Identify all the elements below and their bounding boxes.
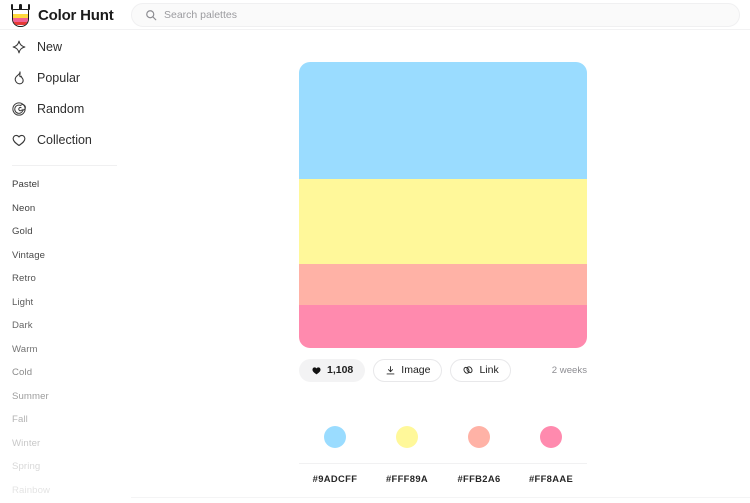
sidebar-tag-spring[interactable]: Spring (0, 455, 131, 479)
search-bar[interactable] (131, 3, 740, 27)
swatch-hex-label: #9ADCFF (312, 473, 358, 484)
sidebar-tag-label: Light (12, 296, 34, 308)
swatch-hex-label: #FFF89A (385, 473, 429, 484)
swatch-dot[interactable] (324, 426, 346, 448)
swatch-item[interactable]: #FFB2A6 (443, 426, 515, 484)
sidebar-tag-warm[interactable]: Warm (0, 338, 131, 362)
sidebar-tag-light[interactable]: Light (0, 291, 131, 315)
download-image-button[interactable]: Image (373, 358, 443, 382)
sidebar-tag-label: Spring (12, 461, 41, 473)
palette-actions-row: 1,108 Image Link 2 weeks (299, 358, 587, 382)
sidebar-tag-fall[interactable]: Fall (0, 408, 131, 432)
sidebar-tag-label: Gold (12, 226, 33, 238)
sidebar-tag-label: Retro (12, 273, 36, 285)
sidebar-tag-label: Summer (12, 390, 49, 402)
search-input[interactable] (164, 9, 726, 21)
search-icon (145, 9, 157, 21)
copy-link-label: Link (479, 364, 499, 376)
sidebar-tag-label: Vintage (12, 249, 46, 261)
brand-name: Color Hunt (38, 6, 114, 24)
sidebar-tag-pastel[interactable]: Pastel (0, 173, 131, 197)
palette-band-2[interactable] (299, 179, 587, 264)
sidebar-tag-retro[interactable]: Retro (0, 267, 131, 291)
swatch-hex-label: #FF8AAE (528, 473, 574, 484)
swatch-dot[interactable] (468, 426, 490, 448)
sidebar-item-new[interactable]: New (0, 31, 131, 62)
brand-logo-link[interactable]: Color Hunt (10, 0, 114, 30)
copy-link-button[interactable]: Link (450, 358, 511, 382)
sparkle-diamond-icon (11, 39, 27, 55)
sidebar-tag-label: Warm (12, 343, 38, 355)
swatch-hex-label: #FFB2A6 (457, 473, 501, 484)
sidebar-tag-cold[interactable]: Cold (0, 361, 131, 385)
sidebar-item-collection[interactable]: Collection (0, 124, 131, 155)
palette-band-3[interactable] (299, 263, 587, 306)
sidebar-tag-summer[interactable]: Summer (0, 385, 131, 409)
sidebar-tag-label: Winter (12, 437, 41, 449)
sidebar-tag-list: Pastel Neon Gold Vintage Retro Light Dar… (0, 166, 131, 502)
color-hunt-app: Color Hunt New Popular (0, 0, 750, 503)
main-content: 1,108 Image Link 2 weeks #9ADCFF #FFF89A… (131, 31, 750, 503)
sidebar-item-label: Collection (37, 132, 92, 147)
flame-icon (11, 70, 27, 86)
palette-card[interactable] (299, 62, 587, 348)
sidebar-tag-label: Cold (12, 367, 33, 379)
sidebar-item-label: Popular (37, 70, 81, 85)
heart-outline-icon (11, 132, 27, 148)
sidebar-tag-label: Neon (12, 202, 36, 214)
section-divider (131, 497, 750, 498)
sidebar-item-label: Random (37, 101, 85, 116)
download-image-label: Image (401, 364, 431, 376)
like-count: 1,108 (327, 364, 354, 376)
swatch-dot[interactable] (396, 426, 418, 448)
link-chain-icon (462, 364, 474, 376)
swatch-dot[interactable] (540, 426, 562, 448)
color-hunt-logo-icon (10, 3, 31, 27)
like-button[interactable]: 1,108 (299, 358, 366, 382)
sidebar-tag-label: Rainbow (12, 484, 51, 496)
sidebar-item-popular[interactable]: Popular (0, 62, 131, 93)
sidebar-tag-label: Pastel (12, 179, 40, 191)
sidebar: New Popular Random Collection Pastel Neo… (0, 31, 131, 503)
sidebar-tag-dark[interactable]: Dark (0, 314, 131, 338)
spiral-icon (11, 101, 27, 117)
palette-band-4[interactable] (299, 305, 587, 348)
sidebar-item-label: New (37, 39, 63, 54)
palette-time-ago: 2 weeks (551, 364, 587, 376)
heart-filled-icon (311, 365, 322, 376)
download-icon (385, 365, 396, 376)
sidebar-tag-label: Fall (12, 414, 28, 426)
swatch-item[interactable]: #FFF89A (371, 426, 443, 484)
sidebar-tag-vintage[interactable]: Vintage (0, 244, 131, 268)
swatch-divider (299, 463, 587, 464)
swatch-item[interactable]: #9ADCFF (299, 426, 371, 484)
sidebar-tag-neon[interactable]: Neon (0, 197, 131, 221)
sidebar-tag-rainbow[interactable]: Rainbow (0, 479, 131, 503)
palette-band-1[interactable] (299, 62, 587, 180)
sidebar-tag-winter[interactable]: Winter (0, 432, 131, 456)
palette-swatch-row: #9ADCFF #FFF89A #FFB2A6 #FF8AAE (299, 426, 587, 484)
sidebar-item-random[interactable]: Random (0, 93, 131, 124)
app-header: Color Hunt (0, 0, 750, 30)
sidebar-tag-gold[interactable]: Gold (0, 220, 131, 244)
swatch-item[interactable]: #FF8AAE (515, 426, 587, 484)
sidebar-tag-label: Dark (12, 320, 33, 332)
